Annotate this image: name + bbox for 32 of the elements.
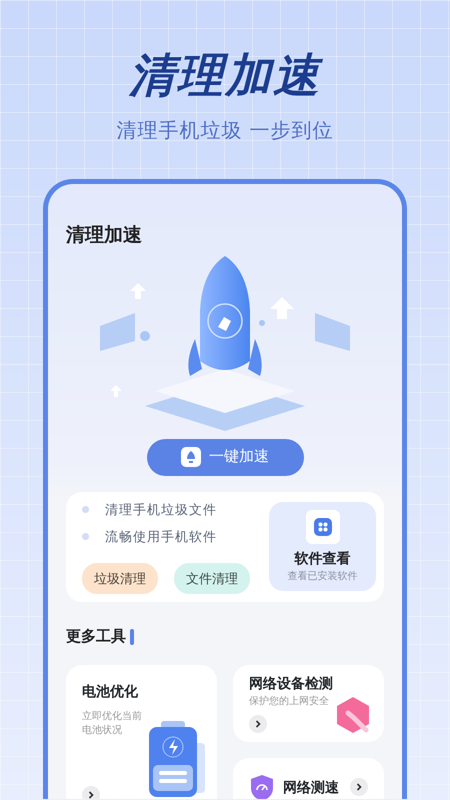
chevron-button[interactable]	[82, 786, 100, 799]
tool-card[interactable]: 网络设备检测 保护您的上网安全	[233, 664, 384, 742]
tool-card[interactable]: 电池优化 立即优化当前电池状况	[66, 664, 217, 799]
tool-title: 网络设备检测	[249, 674, 334, 692]
subheadline: 清理手机垃圾 一步到位	[116, 119, 334, 144]
chevron-button[interactable]	[249, 714, 267, 732]
shield-icon	[249, 774, 275, 799]
clean-chip[interactable]: 文件清理	[174, 562, 250, 594]
tool-subtitle: 保护您的上网安全	[249, 694, 330, 708]
chevron-icon	[255, 720, 261, 728]
apps-tile[interactable]: 软件查看 查看已安装软件	[269, 502, 376, 592]
section-title: 更多工具	[66, 627, 126, 647]
screen-title: 清理加速	[66, 224, 142, 248]
feature-text: 清理手机垃圾文件	[105, 500, 217, 518]
tile-title: 软件查看	[294, 548, 350, 568]
tool-title: 网络测速	[283, 778, 339, 796]
tool-title: 电池优化	[82, 682, 139, 700]
chevron-button[interactable]	[350, 778, 368, 796]
clean-chip[interactable]: 垃圾清理	[82, 562, 158, 594]
headline: 清理加速	[128, 52, 324, 98]
tool-card[interactable]: 网络测速	[233, 758, 384, 799]
chevron-icon	[356, 782, 362, 790]
tool-subtitle: 立即优化当前电池状况	[82, 710, 143, 738]
bullet-icon	[82, 506, 89, 513]
feature-text: 流畅使用手机软件	[105, 528, 217, 546]
boost-button[interactable]: 一键加速	[146, 438, 304, 476]
accent-bar	[130, 629, 134, 646]
rocket-icon	[181, 447, 201, 467]
bullet-icon	[82, 533, 89, 540]
tile-subtitle: 查看已安装软件	[288, 570, 358, 584]
apps-icon	[306, 510, 340, 544]
chevron-icon	[88, 790, 94, 798]
